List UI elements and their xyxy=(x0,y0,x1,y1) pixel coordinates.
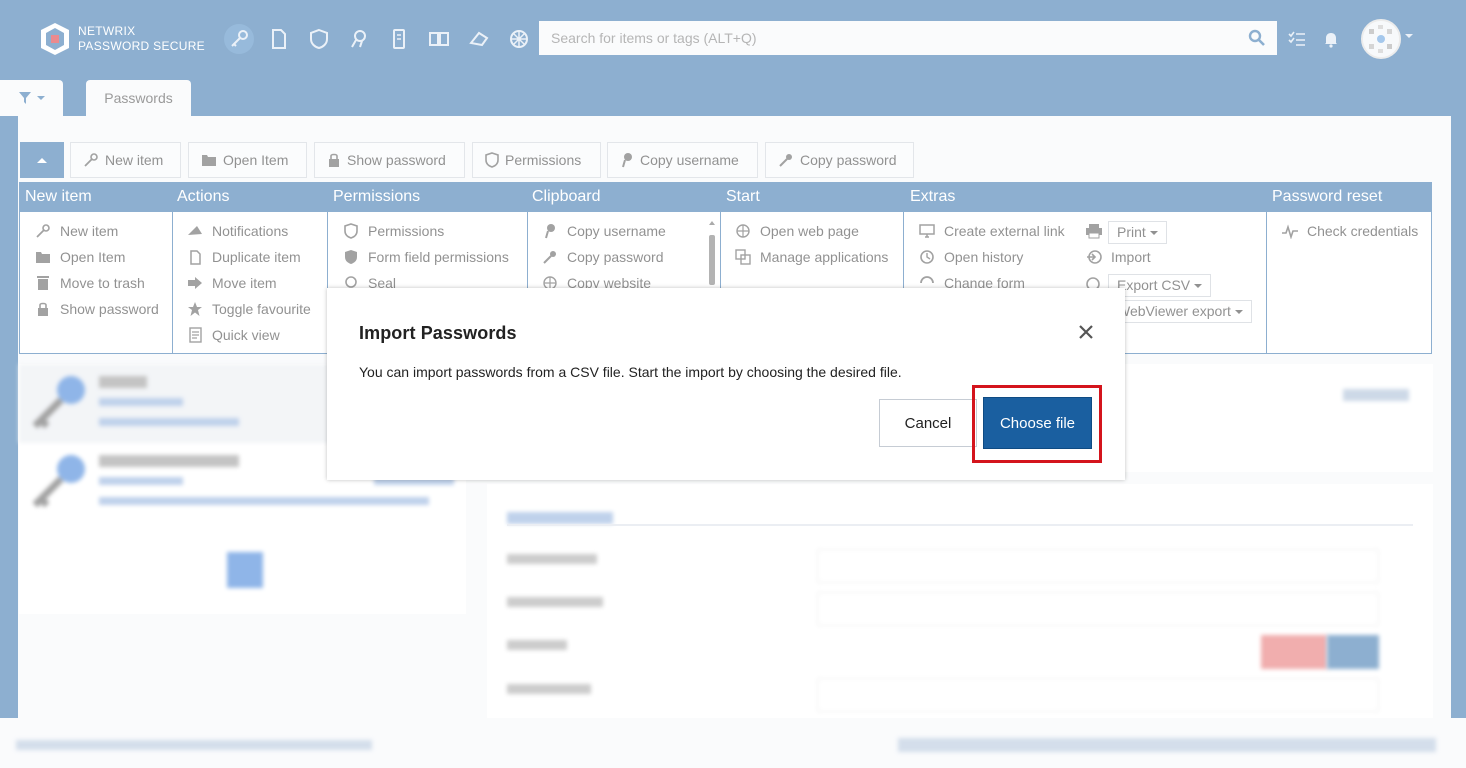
import-passwords-dialog: Import Passwords You can import password… xyxy=(327,288,1125,480)
dialog-message: You can import passwords from a CSV file… xyxy=(359,364,902,380)
dialog-title: Import Passwords xyxy=(359,323,517,343)
close-icon[interactable] xyxy=(1076,322,1096,342)
choose-file-button[interactable]: Choose file xyxy=(983,397,1092,449)
cancel-button[interactable]: Cancel xyxy=(879,399,977,447)
